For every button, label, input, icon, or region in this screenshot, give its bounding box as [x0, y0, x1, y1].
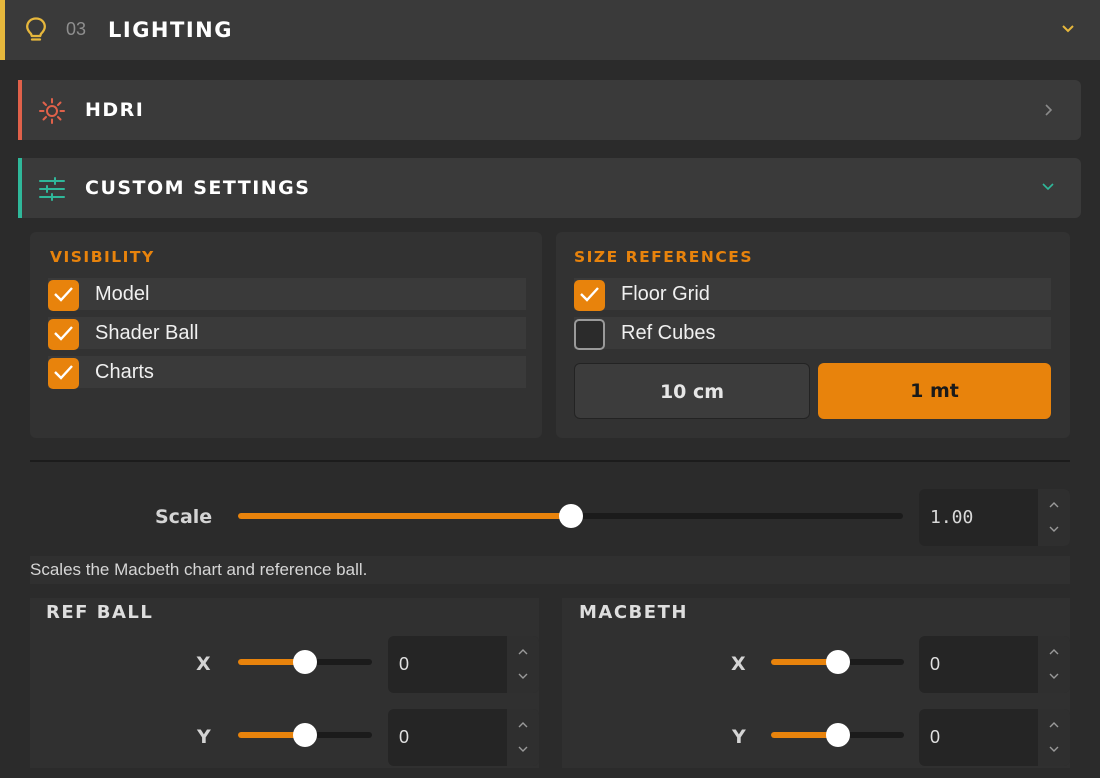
lighting-accent-bar — [0, 0, 5, 60]
unit-10cm-button[interactable]: 10 cm — [574, 363, 810, 419]
scale-label: Scale — [155, 506, 213, 528]
spin-buttons[interactable] — [1038, 636, 1070, 693]
checkbox-row-model[interactable]: Model — [48, 278, 526, 311]
spin-buttons[interactable] — [1038, 489, 1070, 546]
section-title: CUSTOM SETTINGS — [85, 177, 311, 199]
custom-settings-section-header[interactable]: CUSTOM SETTINGS — [18, 158, 1081, 218]
scale-slider-fill — [238, 513, 571, 519]
macbeth-x-slider[interactable] — [771, 650, 904, 674]
checkbox-floor-grid[interactable] — [574, 280, 605, 311]
checkbox-row-ref-cubes[interactable]: Ref Cubes — [574, 317, 1051, 350]
checkbox-charts[interactable] — [48, 358, 79, 389]
ref-ball-y-value[interactable]: 0 — [399, 727, 409, 748]
scale-spinbox[interactable]: 1.00 — [919, 489, 1070, 546]
checkbox-label: Model — [95, 283, 150, 305]
sun-icon — [38, 97, 66, 125]
macbeth-title: MACBETH — [579, 602, 688, 623]
group-title: SIZE REFERENCES — [574, 248, 753, 266]
chevron-up-icon[interactable] — [1048, 501, 1060, 509]
ref-ball-x-label: X — [196, 653, 211, 675]
chevron-right-icon[interactable] — [1042, 102, 1056, 118]
chevron-up-icon[interactable] — [1048, 648, 1060, 656]
section-title: HDRI — [85, 99, 145, 121]
chevron-up-icon[interactable] — [517, 648, 529, 656]
macbeth-x-spinbox[interactable]: 0 — [919, 636, 1070, 693]
ref-ball-y-label: Y — [197, 726, 211, 748]
checkbox-label: Floor Grid — [621, 283, 710, 305]
ref-ball-x-value[interactable]: 0 — [399, 654, 409, 675]
section-title: LIGHTING — [108, 18, 233, 42]
macbeth-y-value[interactable]: 0 — [930, 727, 940, 748]
checkbox-label: Shader Ball — [95, 322, 199, 344]
scale-slider[interactable] — [238, 504, 903, 528]
ref-ball-y-slider-thumb[interactable] — [293, 723, 317, 747]
checkbox-row-floor-grid[interactable]: Floor Grid — [574, 278, 1051, 311]
chevron-down-icon[interactable] — [517, 672, 529, 680]
macbeth-x-slider-thumb[interactable] — [825, 650, 850, 674]
macbeth-y-spinbox[interactable]: 0 — [919, 709, 1070, 766]
chevron-down-icon[interactable] — [1048, 525, 1060, 533]
spin-buttons[interactable] — [507, 636, 539, 693]
chevron-down-icon[interactable] — [517, 745, 529, 753]
chevron-down-icon[interactable] — [1048, 672, 1060, 680]
custom-settings-accent-bar — [18, 158, 22, 218]
checkbox-row-charts[interactable]: Charts — [48, 356, 526, 389]
sliders-icon — [38, 175, 66, 203]
chevron-down-icon[interactable] — [1040, 180, 1054, 196]
scale-value[interactable]: 1.00 — [930, 507, 973, 528]
macbeth-y-label: Y — [732, 726, 746, 748]
checkbox-model[interactable] — [48, 280, 79, 311]
ref-ball-x-slider-thumb[interactable] — [293, 650, 317, 674]
macbeth-x-value[interactable]: 0 — [930, 654, 940, 675]
checkbox-ref-cubes[interactable] — [574, 319, 605, 350]
macbeth-x-label: X — [731, 653, 746, 675]
ref-ball-x-spinbox[interactable]: 0 — [388, 636, 539, 693]
unit-1mt-button[interactable]: 1 mt — [818, 363, 1051, 419]
scale-hint: Scales the Macbeth chart and reference b… — [30, 556, 1070, 584]
spin-buttons[interactable] — [1038, 709, 1070, 766]
checkbox-label: Ref Cubes — [621, 322, 716, 344]
checkbox-shader-ball[interactable] — [48, 319, 79, 350]
checkbox-label: Charts — [95, 361, 154, 383]
scale-slider-thumb[interactable] — [558, 504, 583, 528]
hdri-section-header[interactable]: HDRI — [18, 80, 1081, 140]
ref-ball-title: REF BALL — [46, 602, 154, 623]
ref-ball-y-spinbox[interactable]: 0 — [388, 709, 539, 766]
chevron-down-icon[interactable] — [1048, 745, 1060, 753]
ref-ball-y-slider[interactable] — [238, 723, 372, 747]
chevron-down-icon[interactable] — [1060, 22, 1076, 36]
lightbulb-icon — [24, 16, 48, 44]
spin-buttons[interactable] — [507, 709, 539, 766]
macbeth-y-slider[interactable] — [771, 723, 904, 747]
section-number: 03 — [66, 19, 87, 39]
ref-ball-x-slider[interactable] — [238, 650, 372, 674]
hint-text: Scales the Macbeth chart and reference b… — [30, 560, 368, 579]
chevron-up-icon[interactable] — [1048, 721, 1060, 729]
group-title: VISIBILITY — [50, 248, 155, 266]
checkbox-row-shader-ball[interactable]: Shader Ball — [48, 317, 526, 350]
lighting-section-header[interactable]: 03 LIGHTING — [0, 0, 1100, 60]
divider — [30, 460, 1070, 462]
hdri-accent-bar — [18, 80, 22, 140]
chevron-up-icon[interactable] — [517, 721, 529, 729]
macbeth-y-slider-thumb[interactable] — [825, 723, 850, 747]
